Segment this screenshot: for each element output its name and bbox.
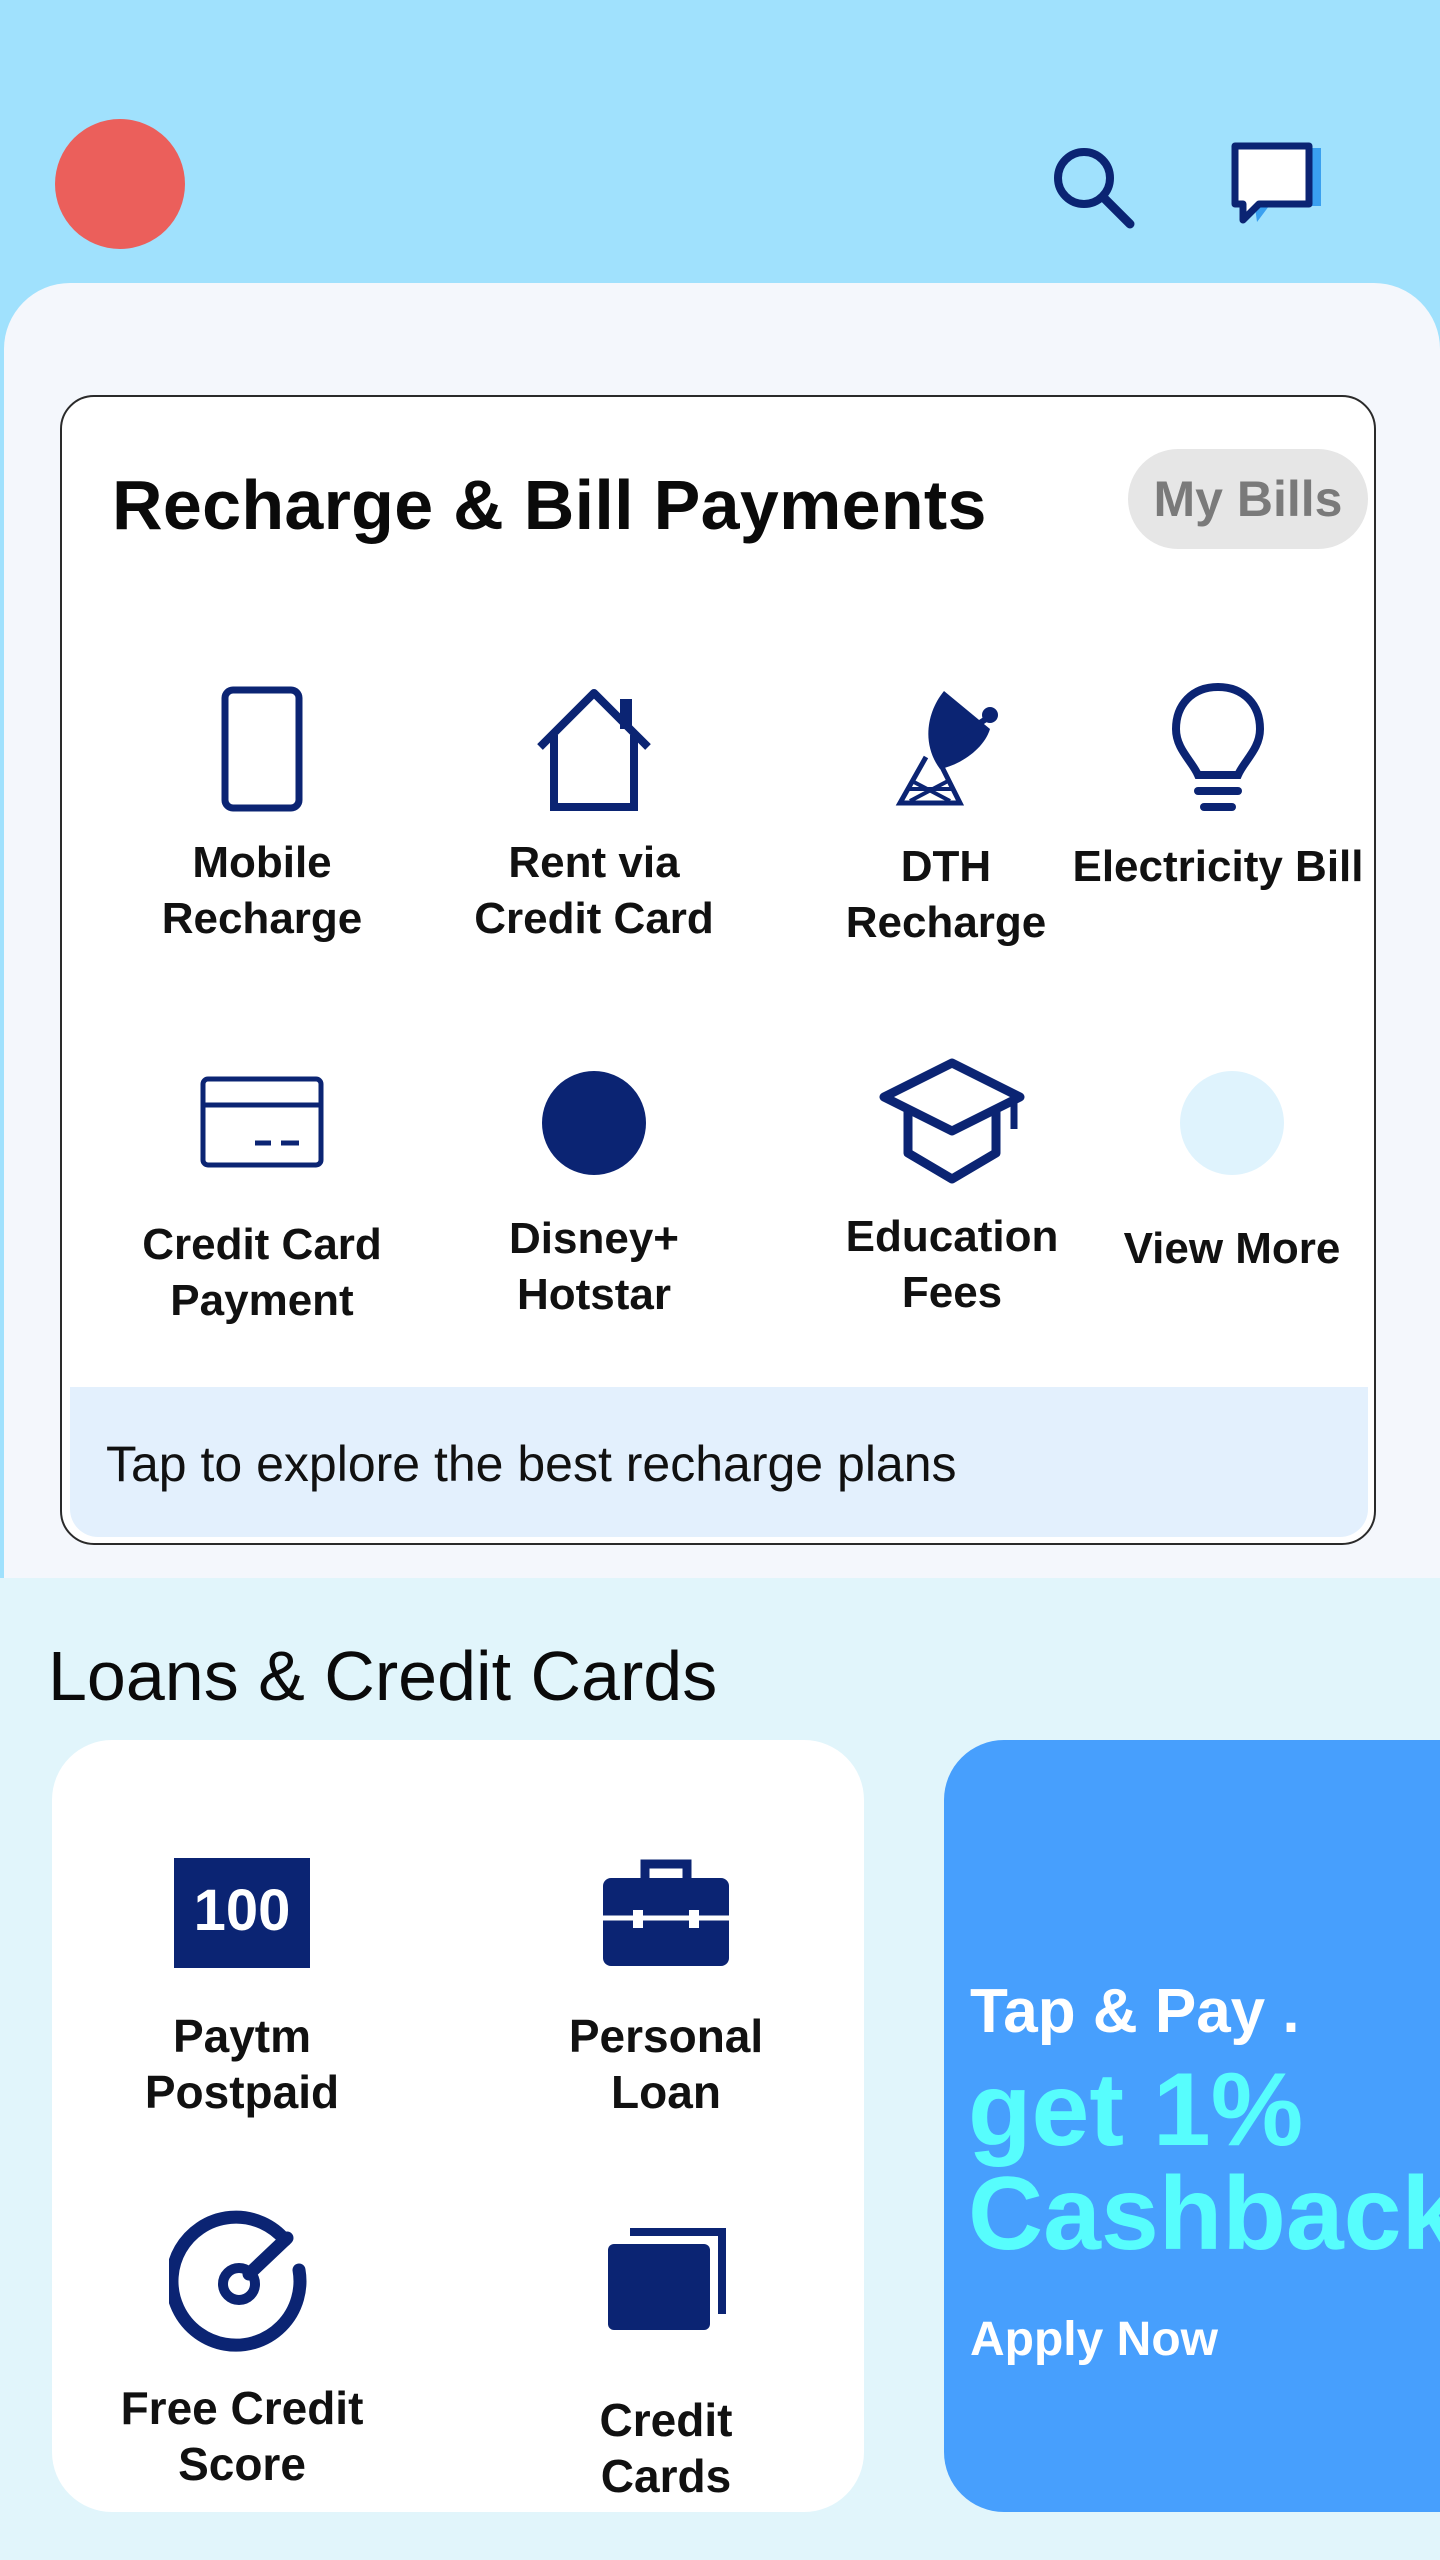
service-label: Electricity Bill — [1072, 842, 1364, 891]
lightbulb-icon — [1171, 682, 1265, 811]
loans-card: 100 Paytm Postpaid Personal Loan Free Cr… — [52, 1740, 864, 2512]
loan-label: Free Credit Score — [120, 2382, 364, 2490]
cards-stack-icon — [608, 2228, 726, 2330]
search-button[interactable] — [1038, 132, 1148, 242]
cashback-promo-card[interactable]: Tap & Pay . get 1% Cashback Apply Now — [944, 1740, 1440, 2512]
my-bills-button[interactable]: My Bills — [1128, 449, 1368, 549]
cashback-subtitle: Tap & Pay . — [970, 1977, 1300, 2046]
service-view-more[interactable]: View More — [1086, 1071, 1374, 1277]
recharge-bill-card: Recharge & Bill Payments My Bills Mobile… — [60, 395, 1376, 1545]
avatar[interactable] — [55, 119, 185, 249]
recharge-plans-text: Tap to explore the best recharge plans — [106, 1436, 957, 1492]
service-mobile-recharge[interactable]: Mobile Recharge — [92, 685, 432, 947]
messages-button[interactable] — [1222, 132, 1332, 242]
credit-card-icon — [200, 1076, 324, 1168]
loan-paytm-postpaid[interactable]: 100 Paytm Postpaid — [92, 1858, 392, 2120]
service-label: Disney+ Hotstar — [509, 1214, 679, 1319]
service-rent-credit-card[interactable]: Rent via Credit Card — [424, 685, 764, 947]
service-label: View More — [1123, 1224, 1341, 1273]
service-label: Education Fees — [845, 1212, 1059, 1317]
loans-section: Loans & Credit Cards 100 Paytm Postpaid … — [0, 1578, 1440, 2560]
service-disney-hotstar[interactable]: Disney+ Hotstar — [424, 1071, 764, 1323]
hotstar-icon — [542, 1071, 646, 1175]
apply-now-link[interactable]: Apply Now — [970, 2312, 1218, 2367]
view-more-icon — [1180, 1071, 1284, 1175]
postpaid-icon: 100 — [174, 1858, 310, 1968]
svg-text:100: 100 — [194, 1878, 291, 1943]
search-icon — [1054, 148, 1135, 229]
recharge-plans-banner[interactable]: Tap to explore the best recharge plans — [70, 1387, 1368, 1537]
loan-label: Credit Cards — [599, 2394, 733, 2502]
mobile-icon — [221, 686, 303, 812]
loans-section-title: Loans & Credit Cards — [48, 1637, 718, 1715]
loan-free-credit-score[interactable]: Free Credit Score — [92, 2210, 392, 2492]
service-label: DTH Recharge — [845, 842, 1047, 947]
service-label: Rent via Credit Card — [474, 838, 714, 943]
house-icon — [537, 689, 651, 811]
graduation-cap-icon — [879, 1058, 1025, 1184]
loan-credit-cards[interactable]: Credit Cards — [516, 2228, 816, 2504]
briefcase-icon — [603, 1859, 729, 1966]
service-label: Mobile Recharge — [161, 838, 363, 943]
loan-label: Personal Loan — [568, 2010, 764, 2118]
service-credit-card-payment[interactable]: Credit Card Payment — [92, 1073, 432, 1329]
cashback-headline: get 1% Cashback — [968, 2052, 1440, 2272]
service-electricity-bill[interactable]: Electricity Bill — [1068, 682, 1368, 895]
loan-label: Paytm Postpaid — [144, 2010, 340, 2118]
service-dth-recharge[interactable]: DTH Recharge — [776, 685, 1116, 951]
satellite-dish-icon — [895, 691, 998, 806]
service-label: Credit Card Payment — [142, 1220, 382, 1325]
top-bar — [0, 0, 1440, 300]
bill-section-title: Recharge & Bill Payments — [112, 466, 987, 544]
chat-icon — [1231, 142, 1321, 224]
loan-personal-loan[interactable]: Personal Loan — [516, 1858, 816, 2120]
gauge-icon — [169, 2210, 307, 2352]
service-education-fees[interactable]: Education Fees — [782, 1057, 1122, 1321]
